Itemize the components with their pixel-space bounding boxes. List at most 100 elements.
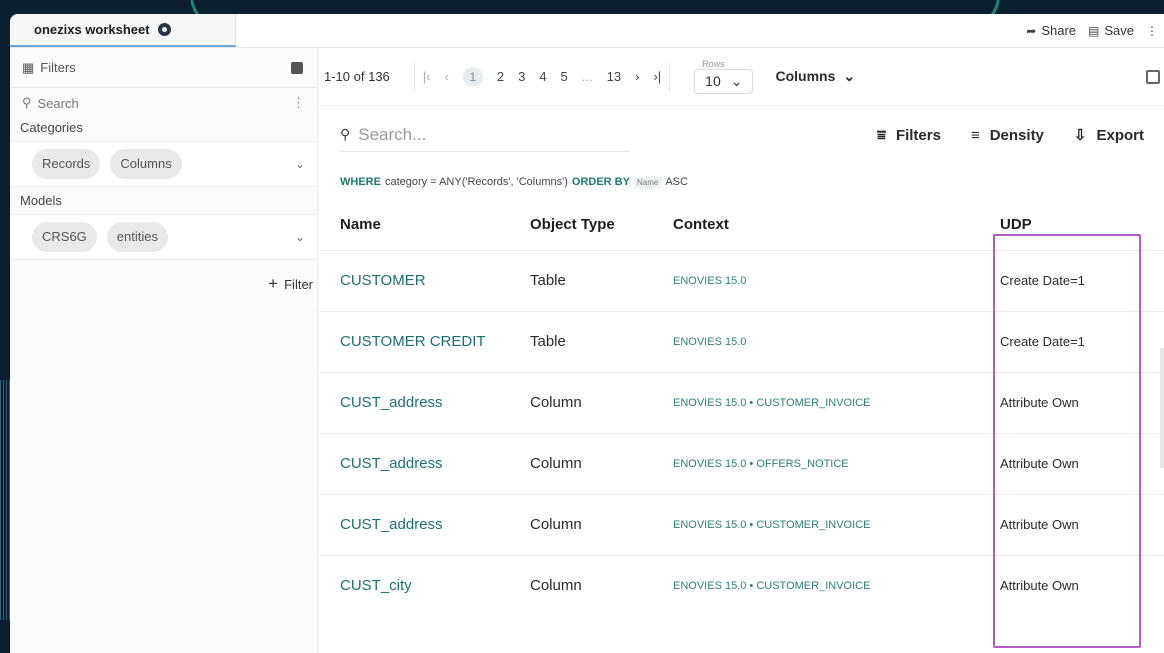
table-row[interactable]: CUST_address Column ENOVIES 15.0 • OFFERS_… — [318, 432, 1164, 494]
sidebar-more-icon[interactable]: ⋮ — [292, 95, 305, 111]
cell-context: ENOVIES 15.0 • CUSTOMER_INVOICE — [651, 371, 986, 433]
col-header-type[interactable]: Object Type — [508, 200, 651, 250]
cell-context: ENOVIES 15.0 • OFFERS_NOTICE — [651, 432, 986, 494]
col-header-udp[interactable]: UDP — [986, 200, 1164, 250]
tab-title: onezixs worksheet — [34, 22, 150, 37]
divider — [669, 62, 671, 91]
cell-context: ENOVIES 15.0 • CUSTOMER_INVOICE — [651, 554, 986, 616]
chevron-down-icon[interactable]: ⌄ — [295, 157, 305, 171]
export-label: Export — [1096, 126, 1144, 144]
page-current[interactable]: 1 — [462, 66, 483, 87]
cell-udp: Attribute Own — [986, 371, 1164, 433]
table-toolbar: ⚲ ⩸ Filters ≡ Density ⇩ Export — [318, 106, 1164, 164]
cell-type: Column — [508, 371, 651, 433]
query-order: ORDER BY — [571, 176, 630, 188]
density-button[interactable]: ≡ Density — [971, 126, 1044, 144]
page-4[interactable]: 4 — [539, 69, 546, 84]
page-5[interactable]: 5 — [561, 69, 568, 84]
chevron-down-icon: ⌄ — [843, 68, 856, 84]
chip-records[interactable]: Records — [32, 149, 101, 179]
table-header-row: Name Object Type Context UDP — [318, 200, 1164, 250]
page-2[interactable]: 2 — [497, 69, 504, 84]
cell-name: CUST_address — [318, 432, 508, 494]
columns-button[interactable]: Columns ⌄ — [775, 68, 855, 85]
page-ellipsis: ... — [581, 69, 593, 84]
section-label-categories: Categories — [20, 120, 83, 135]
cell-context: ENOVIES 15.0 — [651, 249, 986, 311]
filters-sidebar: ▦ Filters ⚲ Search ⋮ Categories Records … — [10, 48, 318, 653]
col-header-context[interactable]: Context — [651, 200, 986, 250]
chevron-down-icon[interactable]: ⌄ — [295, 230, 305, 244]
cell-type: Column — [508, 554, 651, 616]
sidebar-search-input[interactable]: Search — [38, 96, 79, 111]
save-filters-icon[interactable] — [291, 61, 303, 74]
sidebar-search[interactable]: ⚲ Search ⋮ — [10, 90, 317, 116]
table-search[interactable]: ⚲ — [340, 119, 630, 152]
models-filter[interactable]: CRS6G entities ⌄ — [10, 214, 317, 260]
sidebar-header: ▦ Filters — [10, 48, 317, 88]
cell-udp: Attribute Own — [986, 554, 1164, 616]
rows-value: 10 — [705, 73, 721, 89]
cell-udp: Create Date=1 — [986, 310, 1164, 372]
worksheet-tab[interactable]: onezixs worksheet — [10, 14, 236, 47]
lock-icon — [157, 23, 171, 36]
last-page-icon[interactable]: ›| — [653, 69, 661, 84]
prev-page-icon[interactable]: ‹ — [445, 69, 449, 84]
first-page-icon[interactable]: |‹ — [423, 69, 431, 84]
rows-select[interactable]: 10 ⌄ — [694, 69, 754, 94]
filter-icon: ⩸ — [876, 126, 886, 144]
chip-model-2[interactable]: entities — [106, 222, 168, 252]
filters-icon: ▦ — [22, 59, 35, 75]
export-button[interactable]: ⇩ Export — [1074, 126, 1144, 145]
table-row[interactable]: CUST_address Column ENOVIES 15.0 • CUSTOME… — [318, 371, 1164, 433]
add-filter-label: Filter — [284, 276, 313, 292]
page-3[interactable]: 3 — [518, 69, 525, 84]
table-row[interactable]: CUST_city Column ENOVIES 15.0 • CUSTOMER_I… — [318, 554, 1164, 616]
rows-label: Rows — [702, 59, 725, 69]
scrollbar[interactable] — [1160, 348, 1164, 468]
cell-name: CUST_city — [318, 554, 508, 616]
more-icon[interactable]: ⋮ — [1146, 24, 1158, 38]
share-label: Share — [1041, 23, 1077, 38]
chip-model-1[interactable]: CRS6G — [32, 222, 97, 252]
toolbar-actions: ⩸ Filters ≡ Density ⇩ Export — [877, 126, 1144, 145]
query-direction: ASC — [665, 176, 688, 188]
chevron-down-icon: ⌄ — [730, 73, 743, 89]
divider — [413, 62, 415, 91]
table-row[interactable]: CUST_address Column ENOVIES 15.0 • CUSTOME… — [318, 493, 1164, 555]
filters-button[interactable]: ⩸ Filters — [877, 126, 941, 144]
cell-type: Column — [508, 432, 651, 494]
cell-udp: Attribute Own — [986, 432, 1164, 494]
page-13[interactable]: 13 — [607, 69, 621, 84]
query-where: WHERE — [340, 176, 381, 188]
table-row[interactable]: CUSTOMER Table ENOVIES 15.0 Create Date=1 — [318, 249, 1164, 311]
chip-columns[interactable]: Columns — [110, 149, 182, 179]
share-button[interactable]: ➦ Share — [1026, 23, 1076, 38]
panel-toggle-icon[interactable] — [1146, 69, 1160, 84]
query-field: Name — [633, 176, 662, 188]
columns-label: Columns — [775, 68, 836, 84]
next-page-icon[interactable]: › — [635, 69, 639, 84]
title-bar: onezixs worksheet ➦ Share ▤ Save ⋮ — [10, 14, 1164, 48]
save-label: Save — [1104, 23, 1134, 38]
save-button[interactable]: ▤ Save — [1088, 23, 1134, 38]
save-icon: ▤ — [1088, 23, 1100, 38]
table-row[interactable]: CUSTOMER CREDIT Table ENOVIES 15.0 Create D… — [318, 310, 1164, 372]
query-expression: WHERE category = ANY('Records', 'Columns… — [318, 164, 1164, 200]
rows-per-page[interactable]: Rows 10 ⌄ — [694, 59, 754, 94]
cell-name: CUST_address — [318, 493, 508, 555]
cell-name: CUST_address — [318, 371, 508, 433]
record-count: 1-10 of 136 — [324, 69, 390, 84]
cell-udp: Create Date=1 — [986, 249, 1164, 311]
col-header-name[interactable]: Name — [318, 200, 508, 250]
app-window: onezixs worksheet ➦ Share ▤ Save ⋮ ▦ Fil… — [10, 14, 1164, 653]
title-actions: ➦ Share ▤ Save ⋮ — [1026, 14, 1164, 47]
density-label: Density — [989, 126, 1044, 144]
search-input[interactable] — [358, 124, 599, 145]
cell-name: CUSTOMER CREDIT — [318, 310, 508, 372]
add-filter-button[interactable]: + Filter — [10, 260, 317, 294]
density-icon: ≡ — [970, 126, 980, 144]
cell-type: Table — [508, 249, 651, 311]
cell-context: ENOVIES 15.0 • CUSTOMER_INVOICE — [651, 493, 986, 555]
categories-filter[interactable]: Records Columns ⌄ — [10, 141, 317, 187]
